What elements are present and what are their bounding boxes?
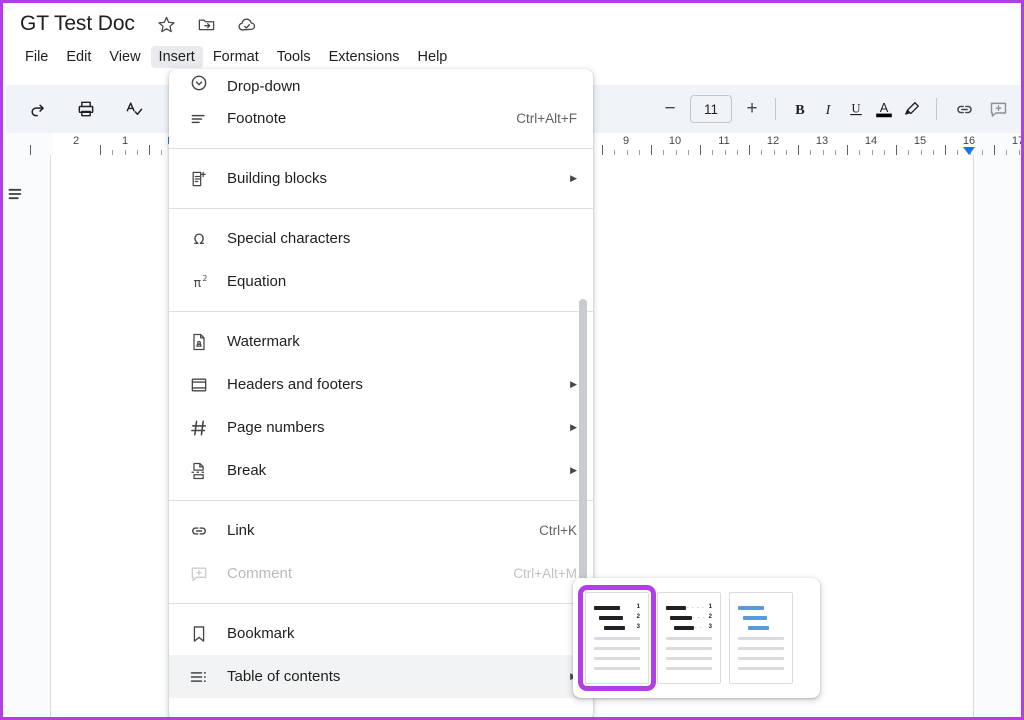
omega-icon: Ω xyxy=(187,227,211,251)
menu-item-label: Building blocks xyxy=(227,170,558,187)
watermark-icon xyxy=(187,330,211,354)
redo-icon[interactable] xyxy=(24,95,52,123)
svg-text:2: 2 xyxy=(202,274,207,283)
print-icon[interactable] xyxy=(72,95,100,123)
table-of-contents-submenu: 1 2 3 · · · ·1 · · ·2 · ·3 xyxy=(573,578,820,698)
docs-window: GT Test Doc File Edit xyxy=(0,0,1024,720)
menu-item-comment: Comment Ctrl+Alt+M xyxy=(169,552,593,595)
document-outline-icon[interactable] xyxy=(6,183,28,205)
insert-menu-popup: Drop-down Footnote Ctrl+Alt+F Building b… xyxy=(169,69,593,720)
menu-item-label: Table of contents xyxy=(227,668,558,685)
headers-footers-icon xyxy=(187,373,211,397)
menu-item-shortcut: Ctrl+Alt+F xyxy=(516,111,577,126)
menu-item-label: Watermark xyxy=(227,333,577,350)
menu-item-headers-and-footers[interactable]: Headers and footers ▶ xyxy=(169,363,593,406)
break-icon xyxy=(187,459,211,483)
star-icon[interactable] xyxy=(157,14,177,34)
menubar-item-format[interactable]: Format xyxy=(205,46,267,68)
svg-text:A: A xyxy=(880,100,889,115)
menubar-item-file[interactable]: File xyxy=(17,46,56,68)
toolbar-left-group xyxy=(6,95,196,123)
menubar-item-edit[interactable]: Edit xyxy=(58,46,99,68)
insert-link-icon[interactable] xyxy=(947,95,981,123)
menubar-item-tools[interactable]: Tools xyxy=(269,46,319,68)
menu-separator xyxy=(169,148,593,149)
title-icon-group xyxy=(157,14,257,34)
svg-text:B: B xyxy=(795,102,805,118)
chevron-right-icon: ▶ xyxy=(570,423,577,432)
decrease-font-size-button[interactable]: − xyxy=(657,96,683,122)
insert-menu-list: Drop-down Footnote Ctrl+Alt+F Building b… xyxy=(169,69,593,698)
menu-item-bookmark[interactable]: Bookmark xyxy=(169,612,593,655)
chevron-right-icon: ▶ xyxy=(570,174,577,183)
toc-style-dotted-page-numbers[interactable]: · · · ·1 · · ·2 · ·3 xyxy=(657,592,721,684)
comment-icon xyxy=(187,562,211,586)
text-color-icon[interactable]: A xyxy=(870,95,898,123)
svg-text:U: U xyxy=(851,101,860,115)
menu-item-label: Footnote xyxy=(227,110,500,127)
chevron-right-icon: ▶ xyxy=(570,466,577,475)
menu-item-watermark[interactable]: Watermark xyxy=(169,320,593,363)
menu-item-label: Special characters xyxy=(227,230,577,247)
increase-font-size-button[interactable]: + xyxy=(739,96,765,122)
svg-text:I: I xyxy=(825,102,832,118)
equation-icon: π2 xyxy=(187,270,211,294)
chevron-right-icon: ▶ xyxy=(570,380,577,389)
menubar-item-extensions[interactable]: Extensions xyxy=(321,46,408,68)
menu-item-label: Drop-down xyxy=(227,78,577,95)
menu-item-label: Equation xyxy=(227,273,577,290)
page-numbers-icon xyxy=(187,416,211,440)
menu-bar: File Edit View Insert Format Tools Exten… xyxy=(3,43,1021,71)
menu-item-link[interactable]: Link Ctrl+K xyxy=(169,509,593,552)
svg-text:π: π xyxy=(194,275,202,290)
building-blocks-icon xyxy=(187,167,211,191)
cloud-saved-icon[interactable] xyxy=(237,14,257,34)
highlight-icon[interactable] xyxy=(898,95,926,123)
menu-item-table-of-contents[interactable]: Table of contents ▶ xyxy=(169,655,593,698)
menu-separator xyxy=(169,603,593,604)
toolbar-divider-2 xyxy=(936,98,937,120)
menu-item-page-numbers[interactable]: Page numbers ▶ xyxy=(169,406,593,449)
document-title[interactable]: GT Test Doc xyxy=(20,12,135,36)
menubar-item-help[interactable]: Help xyxy=(410,46,456,68)
toolbar-divider xyxy=(775,98,776,120)
title-bar: GT Test Doc xyxy=(3,3,1021,45)
menu-item-label: Headers and footers xyxy=(227,376,558,393)
link-icon xyxy=(187,519,211,543)
add-comment-icon[interactable] xyxy=(981,95,1015,123)
menu-item-label: Comment xyxy=(227,565,497,582)
toc-style-links[interactable] xyxy=(729,592,793,684)
bold-icon[interactable]: B xyxy=(786,95,814,123)
menubar-item-insert[interactable]: Insert xyxy=(151,46,203,68)
menubar-item-view[interactable]: View xyxy=(101,46,148,68)
toolbar-right-group: − 11 + B I U A xyxy=(657,85,1015,133)
spellcheck-icon[interactable] xyxy=(120,95,148,123)
menu-item-building-blocks[interactable]: Building blocks ▶ xyxy=(169,157,593,200)
dropdown-icon xyxy=(187,71,211,95)
menu-item-special-characters[interactable]: Ω Special characters xyxy=(169,217,593,260)
svg-text:Ω: Ω xyxy=(194,232,205,248)
menu-item-shortcut: Ctrl+K xyxy=(539,523,577,538)
toc-style-plain-page-numbers[interactable]: 1 2 3 xyxy=(585,592,649,684)
menu-separator xyxy=(169,500,593,501)
move-to-folder-icon[interactable] xyxy=(197,14,217,34)
menu-item-label: Bookmark xyxy=(227,625,577,642)
table-of-contents-icon xyxy=(187,665,211,689)
menu-item-label: Break xyxy=(227,462,558,479)
bookmark-icon xyxy=(187,622,211,646)
menu-item-break[interactable]: Break ▶ xyxy=(169,449,593,492)
menu-item-footnote[interactable]: Footnote Ctrl+Alt+F xyxy=(169,97,593,140)
menu-item-label: Page numbers xyxy=(227,419,558,436)
underline-icon[interactable]: U xyxy=(842,95,870,123)
font-size-input[interactable]: 11 xyxy=(690,95,732,123)
italic-icon[interactable]: I xyxy=(814,95,842,123)
menu-item-shortcut: Ctrl+Alt+M xyxy=(513,566,577,581)
menu-separator xyxy=(169,208,593,209)
footnote-icon xyxy=(187,107,211,131)
menu-separator xyxy=(169,311,593,312)
insert-menu-scrollbar[interactable] xyxy=(579,299,587,584)
menu-item-drop-down[interactable]: Drop-down xyxy=(169,69,593,97)
menu-item-label: Link xyxy=(227,522,523,539)
menu-item-equation[interactable]: π2 Equation xyxy=(169,260,593,303)
